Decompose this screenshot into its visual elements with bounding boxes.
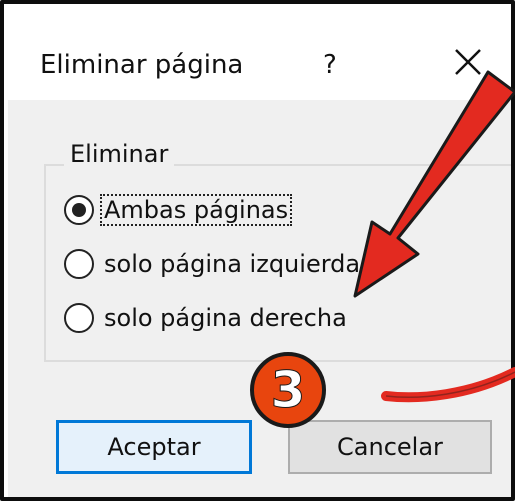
radio-button-checked[interactable] bbox=[64, 195, 94, 225]
close-icon bbox=[455, 49, 481, 75]
radio-both-pages[interactable]: Ambas páginas bbox=[64, 190, 293, 230]
group-label: Eliminar bbox=[64, 140, 175, 168]
close-button[interactable] bbox=[448, 42, 488, 82]
radio-left-page-only[interactable]: solo página izquierda bbox=[64, 244, 362, 284]
radio-label-both-pages: Ambas páginas bbox=[99, 194, 293, 226]
screenshot-frame: Eliminar página ? Eliminar Ambas páginas… bbox=[0, 0, 515, 501]
help-button[interactable]: ? bbox=[323, 50, 337, 80]
radio-button[interactable] bbox=[64, 249, 94, 279]
radio-right-page-only[interactable]: solo página derecha bbox=[64, 298, 349, 338]
dialog-body: Eliminar Ambas páginas solo página izqui… bbox=[8, 100, 511, 497]
delete-page-dialog: Eliminar página ? Eliminar Ambas páginas… bbox=[8, 8, 511, 497]
ok-button[interactable]: Aceptar bbox=[56, 420, 252, 474]
radio-label-left-page: solo página izquierda bbox=[104, 250, 361, 278]
title-bar: Eliminar página ? bbox=[8, 8, 511, 100]
cancel-button[interactable]: Cancelar bbox=[288, 420, 492, 474]
step-number-badge: 3 bbox=[250, 352, 326, 428]
radio-button[interactable] bbox=[64, 303, 94, 333]
radio-label-right-page: solo página derecha bbox=[104, 304, 347, 332]
dialog-title: Eliminar página bbox=[40, 50, 244, 80]
